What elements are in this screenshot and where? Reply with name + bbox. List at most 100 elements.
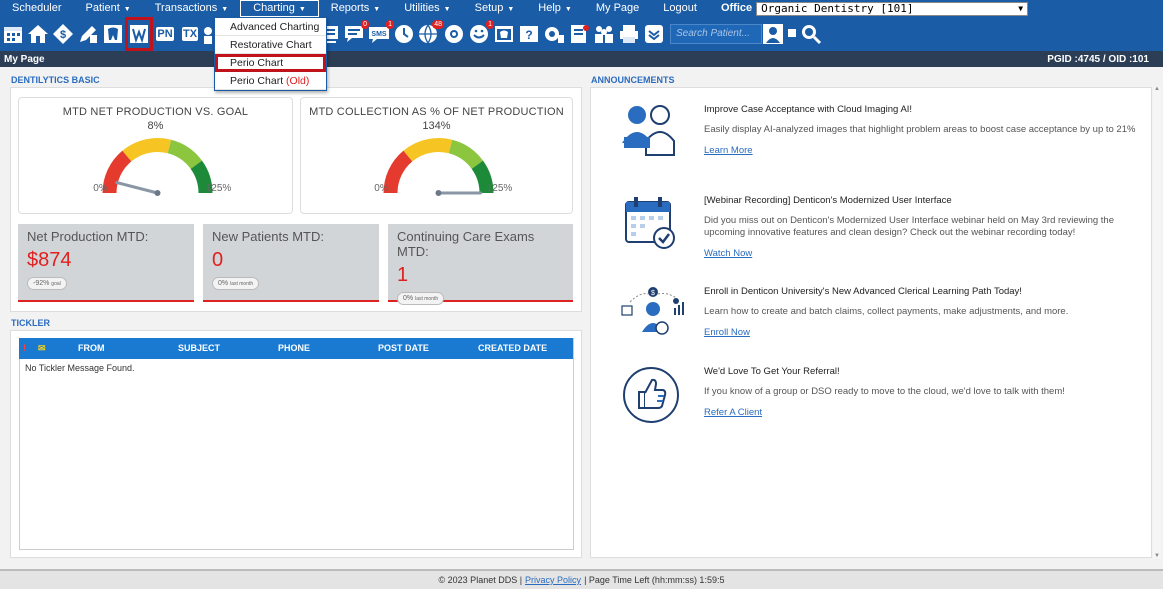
gauge-max-label: 125% — [206, 183, 232, 194]
network-icon[interactable] — [443, 22, 465, 46]
gauge-value: 134% — [422, 120, 451, 132]
gauge-collection: 0% 125% — [374, 138, 512, 196]
privacy-policy-link[interactable]: Privacy Policy — [525, 575, 581, 585]
menu-label: Reports — [330, 2, 370, 14]
patient-lookup-icon[interactable] — [762, 22, 784, 46]
announcements-section-title: ANNOUNCEMENTS — [591, 75, 675, 85]
svg-text:$: $ — [60, 29, 66, 41]
stat-pill-caption: goal — [51, 281, 61, 287]
treatment-icon[interactable]: TX — [179, 22, 201, 46]
dollar-transfer-icon[interactable]: $ — [52, 22, 74, 46]
menu-my-page[interactable]: My Page — [584, 0, 651, 17]
menu-label: Scheduler — [12, 2, 62, 14]
footer: © 2023 Planet DDS | Privacy Policy | Pag… — [0, 569, 1163, 589]
settings-chart-icon[interactable] — [543, 22, 565, 46]
pn-label: PN — [156, 27, 174, 41]
column-header-phone[interactable]: PHONE — [278, 343, 310, 353]
caret-down-icon: ▼ — [123, 6, 131, 13]
stat-value: 1 — [397, 264, 409, 286]
menu-patient[interactable]: Patient ▼ — [74, 0, 143, 17]
menu-help[interactable]: Help ▼ — [526, 0, 584, 17]
dentilytics-section-title: DENTILYTICS BASIC — [11, 75, 100, 85]
gauge-min-label: 0% — [93, 183, 108, 194]
edit-tooth-icon[interactable] — [77, 22, 99, 46]
calendar-icon[interactable] — [2, 22, 24, 46]
gauge-card-collection: MTD COLLECTION AS % OF NET PRODUCTION 13… — [300, 97, 573, 214]
report-icon[interactable] — [568, 22, 590, 46]
column-header-created-date[interactable]: CREATED DATE — [478, 343, 547, 353]
stat-pill-value: 0% — [218, 280, 229, 287]
column-header-post-date[interactable]: POST DATE — [378, 343, 429, 353]
expand-down-icon[interactable] — [643, 22, 665, 46]
team-icon[interactable] — [593, 22, 615, 46]
gauge-card-net-production: MTD NET PRODUCTION VS. GOAL 8% 0% 125% — [18, 97, 293, 214]
menu-scheduler[interactable]: Scheduler — [0, 0, 74, 17]
calendar-check-icon — [620, 195, 680, 255]
menu-charting[interactable]: Charting ▼ — [240, 0, 319, 17]
gauge-segment — [383, 150, 413, 194]
message-icon[interactable]: 0 — [343, 20, 369, 46]
scroll-down-icon[interactable]: ▼ — [1154, 553, 1160, 559]
gauge-needle-hub — [435, 190, 442, 196]
announcement-title: Enroll in Denticon University's New Adva… — [704, 286, 1022, 297]
help-window-icon[interactable]: ? — [518, 22, 540, 46]
checkbox-icon[interactable] — [787, 22, 797, 46]
office-select[interactable]: Organic Dentistry [101] ▼ — [756, 1, 1029, 16]
image-window-icon[interactable] — [493, 22, 515, 46]
tooth-chart-icon[interactable] — [102, 22, 124, 46]
announcement-title: Improve Case Acceptance with Cloud Imagi… — [704, 104, 913, 115]
menu-label: Setup — [474, 2, 504, 14]
patient-search-input[interactable]: Search Patient... — [670, 24, 762, 44]
progress-notes-icon[interactable]: PN — [154, 22, 176, 46]
advanced-search-icon[interactable] — [800, 22, 822, 46]
refer-client-link[interactable]: Refer A Client — [704, 407, 762, 418]
caret-down-icon: ▼ — [564, 6, 572, 13]
stat-value: $874 — [27, 249, 72, 271]
page-title: My Page — [4, 53, 45, 65]
menu-logout[interactable]: Logout — [651, 0, 709, 17]
menu-reports[interactable]: Reports ▼ — [319, 0, 392, 17]
dropdown-item-restorative-chart[interactable]: Restorative Chart — [215, 36, 326, 54]
perio-chart-icon[interactable] — [125, 17, 153, 51]
menu-label: Utilities — [404, 2, 440, 14]
page-scrollbar[interactable]: ▲ ▼ — [1153, 86, 1161, 559]
enroll-now-link[interactable]: Enroll Now — [704, 327, 750, 338]
gauge-net-production: 0% 125% — [93, 138, 232, 196]
menu-label: Logout — [663, 2, 697, 14]
office-label: Office — [720, 2, 753, 14]
dropdown-item-advanced-charting[interactable]: Advanced Charting — [215, 18, 326, 36]
person-icon[interactable] — [204, 22, 212, 46]
menu-setup[interactable]: Setup ▼ — [463, 0, 527, 17]
clock-icon[interactable] — [393, 22, 415, 46]
svg-text:?: ? — [525, 28, 532, 42]
caret-down-icon: ▼ — [373, 6, 381, 13]
globe-icon[interactable]: 48 — [418, 20, 444, 46]
menu-transactions[interactable]: Transactions ▼ — [143, 0, 241, 17]
column-header-from[interactable]: FROM — [78, 343, 105, 353]
stat-pill-value: -92% — [33, 280, 50, 287]
menu-label: My Page — [595, 2, 640, 14]
smile-icon[interactable]: 1 — [468, 20, 494, 46]
dropdown-item-perio-chart-old[interactable]: Perio Chart (Old) — [215, 72, 326, 90]
stat-pill-caption: last month — [415, 296, 439, 302]
announcement-item: Enroll in Denticon University's New Adva… — [704, 286, 1144, 340]
print-icon[interactable] — [618, 22, 640, 46]
tx-label: TX — [181, 27, 199, 41]
announcement-item: [Webinar Recording] Denticon's Modernize… — [704, 195, 1144, 261]
column-header-subject[interactable]: SUBJECT — [178, 343, 220, 353]
toolbar: $ PN TX 0 SMS 1 48 1 ? Search Patient... — [0, 17, 1163, 51]
page-time-left: | Page Time Left (hh:mm:ss) 1:59:5 — [584, 575, 725, 585]
scroll-up-icon[interactable]: ▲ — [1154, 86, 1160, 92]
envelope-icon: ✉ — [38, 343, 46, 353]
stat-card-continuing-care: Continuing Care Exams MTD: 1 0% last mon… — [388, 224, 573, 305]
menu-label: Charting — [253, 2, 295, 14]
office-select-value: Organic Dentistry [101] — [761, 2, 914, 15]
dropdown-item-perio-chart[interactable]: Perio Chart — [215, 54, 326, 72]
tickler-empty-message: No Tickler Message Found. — [25, 363, 135, 373]
old-version-tag: (Old) — [286, 75, 310, 87]
watch-now-link[interactable]: Watch Now — [704, 248, 752, 259]
menu-utilities[interactable]: Utilities ▼ — [392, 0, 462, 17]
sms-icon[interactable]: SMS 1 — [368, 20, 394, 46]
learn-more-link[interactable]: Learn More — [704, 145, 753, 156]
home-icon[interactable] — [27, 22, 49, 46]
